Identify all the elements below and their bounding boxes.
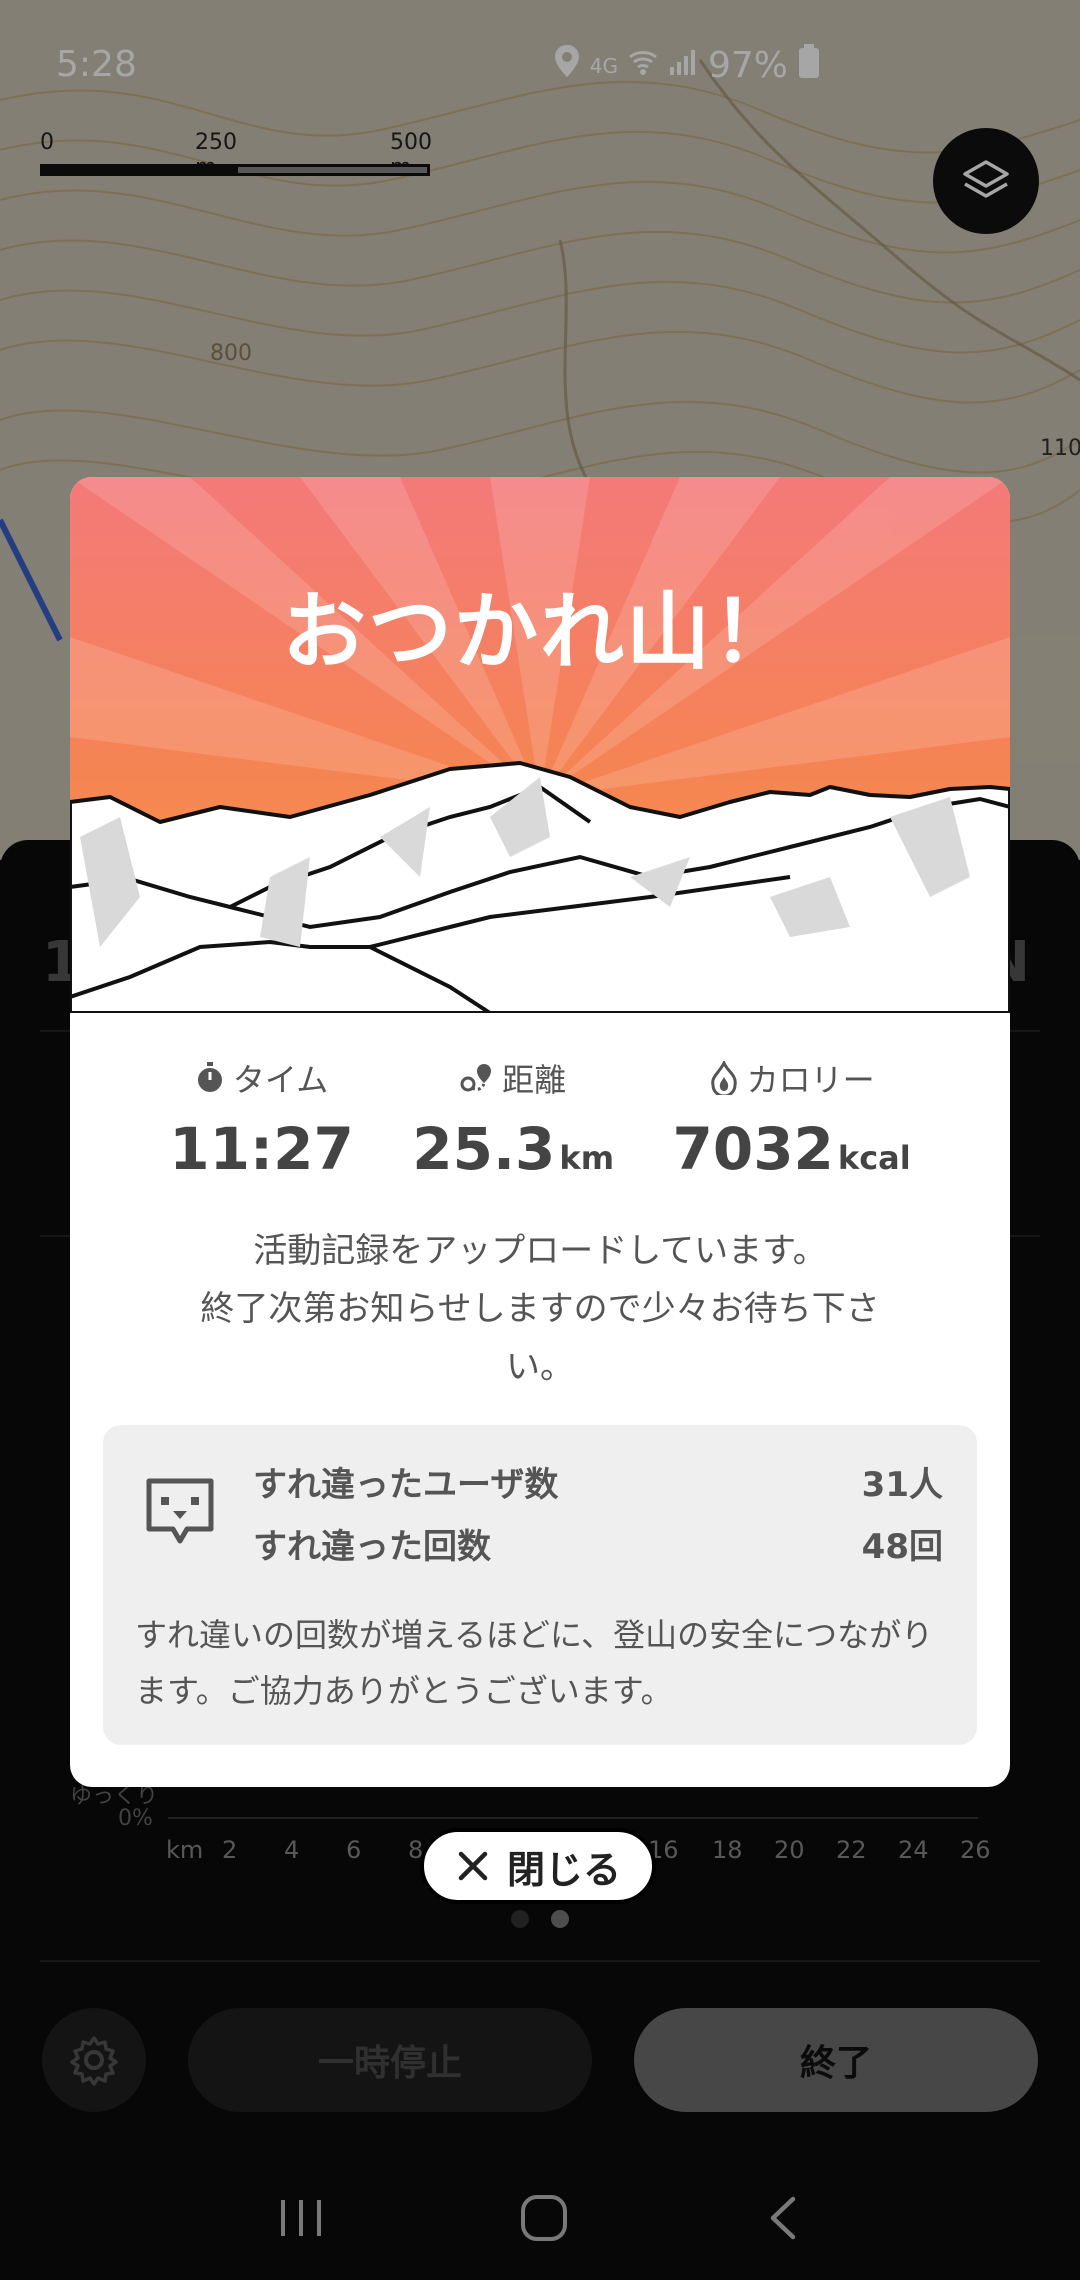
close-button[interactable]: 閉じる xyxy=(420,1828,656,1904)
completion-title: おつかれ山！ xyxy=(281,583,798,681)
completion-hero: おつかれ山！ xyxy=(70,477,1010,1013)
stat-calories-label: カロリー xyxy=(746,1061,875,1099)
upload-message-line: 活動記録をアップロードしています。 xyxy=(253,1231,827,1271)
stopwatch-icon xyxy=(197,1062,222,1092)
encounter-note: すれ違いの回数が増えるほどに、登山の安全につながります。ご協力ありがとうございま… xyxy=(135,1616,934,1710)
activity-stats: タイム 11:27 距離 25.3 km カロリー 7032 kcal xyxy=(70,1055,1010,1183)
encounter-summary: すれ違ったユーザ数 31人 すれ違った回数 48回 すれ違いの回数が増えるほどに… xyxy=(103,1425,977,1745)
route-pin-icon xyxy=(460,1064,492,1092)
flame-icon xyxy=(710,1061,737,1095)
upload-message: 活動記録をアップロードしています。 終了次第お知らせしますので少々お待ち下さ い… xyxy=(130,1222,950,1396)
stat-distance-value: 25.3 xyxy=(412,1115,556,1183)
stat-distance-label: 距離 xyxy=(502,1061,567,1099)
stat-time-label: タイム xyxy=(232,1061,329,1099)
encounter-times-label: すれ違った回数 xyxy=(253,1527,491,1567)
close-button-label: 閉じる xyxy=(506,1847,621,1892)
stat-distance-unit: km xyxy=(559,1139,615,1177)
encounter-times-value: 48回 xyxy=(861,1527,943,1567)
stat-time: タイム 11:27 xyxy=(169,1055,354,1183)
encounter-users-label: すれ違ったユーザ数 xyxy=(253,1465,559,1505)
stat-calories-unit: kcal xyxy=(837,1139,911,1177)
upload-message-line: 終了次第お知らせしますので少々お待ち下さ xyxy=(200,1289,880,1329)
stat-calories: カロリー 7032 kcal xyxy=(672,1055,911,1183)
stat-calories-value: 7032 xyxy=(672,1115,834,1183)
close-icon xyxy=(458,1851,488,1881)
upload-message-line: い。 xyxy=(506,1347,574,1387)
encounter-users-value: 31人 xyxy=(861,1465,943,1505)
encounter-face-icon xyxy=(146,1478,214,1544)
sunburst-mountains-illustration xyxy=(70,477,1010,1013)
stat-distance: 距離 25.3 km xyxy=(412,1055,614,1183)
completion-dialog: おつかれ山！ タイム 11:27 距離 25.3 km カロリー 7032 kcal xyxy=(70,477,1010,1787)
stat-time-value: 11:27 xyxy=(169,1115,354,1183)
